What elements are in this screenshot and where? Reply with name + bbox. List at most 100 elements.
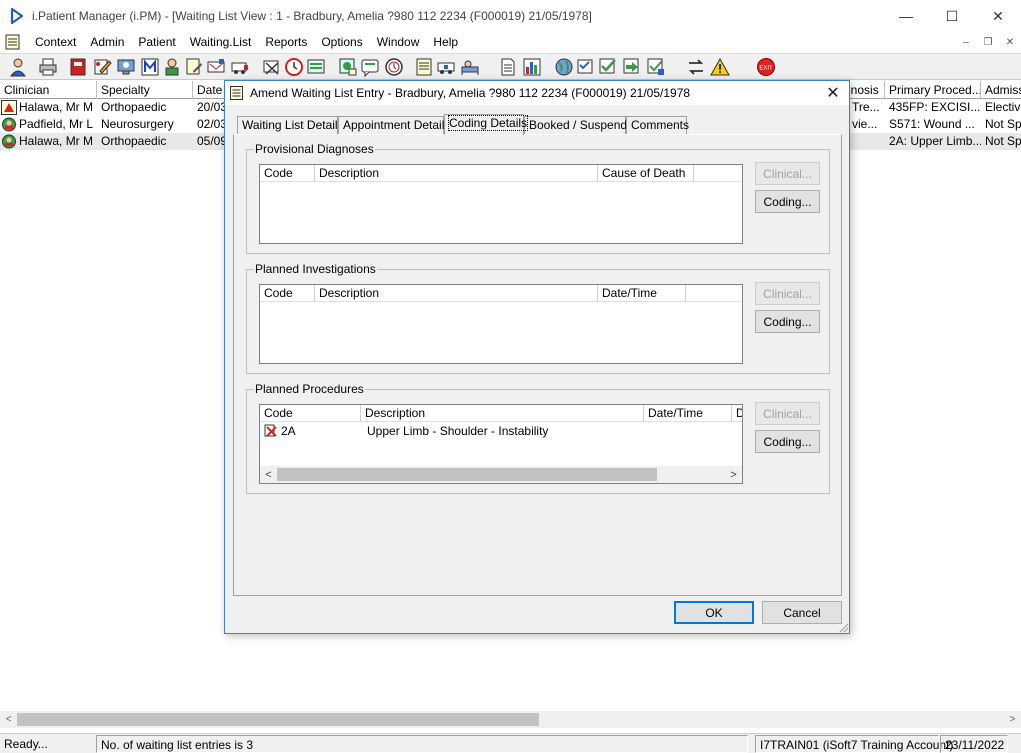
cell-specialty: Orthopaedic: [101, 100, 167, 114]
cell-diagnosis: Tre...: [852, 100, 880, 114]
mdi-minimize-button[interactable]: –: [955, 32, 977, 52]
swap-arrows-icon[interactable]: [686, 57, 706, 77]
clock-icon[interactable]: [284, 57, 304, 77]
printer-icon[interactable]: [38, 57, 58, 77]
patient-search-icon[interactable]: [8, 57, 28, 77]
mdi-close-button[interactable]: ✕: [999, 32, 1021, 52]
clinical-button[interactable]: Clinical...: [755, 282, 820, 305]
transfer-in-icon[interactable]: [622, 57, 642, 77]
notes-edit-icon[interactable]: [184, 57, 204, 77]
scroll-thumb[interactable]: [17, 713, 539, 726]
grid-horizontal-scrollbar[interactable]: < >: [0, 711, 1021, 728]
coding-button[interactable]: Coding...: [755, 310, 820, 333]
edit-record-icon[interactable]: [92, 57, 112, 77]
waiting-list-icon[interactable]: [338, 57, 358, 77]
menu-patient[interactable]: Patient: [131, 32, 182, 52]
patient-status-icon: [1, 134, 17, 149]
coding-button[interactable]: Coding...: [755, 430, 820, 453]
checklist-icon[interactable]: [576, 57, 596, 77]
m-letter-icon[interactable]: [140, 57, 160, 77]
document-menu-icon[interactable]: [4, 34, 22, 50]
bar-chart-icon[interactable]: [522, 57, 542, 77]
cell-admission: Not Spe: [985, 134, 1021, 148]
procedures-horizontal-scrollbar[interactable]: < >: [260, 466, 742, 483]
tab-appointment-details[interactable]: Appointment Details: [338, 116, 450, 134]
comment-icon[interactable]: [360, 57, 380, 77]
transport-icon[interactable]: [230, 57, 250, 77]
planned-investigations-list[interactable]: Code Description Date/Time: [259, 284, 743, 364]
scroll-right-arrow[interactable]: >: [1004, 711, 1021, 728]
resize-grip-icon[interactable]: [837, 621, 849, 633]
transfer-out-icon[interactable]: [646, 57, 666, 77]
scroll-right-arrow[interactable]: >: [725, 466, 742, 483]
column-code[interactable]: Code: [260, 405, 361, 422]
column-admission[interactable]: Admissi: [981, 81, 1021, 99]
clinical-button[interactable]: Clinical...: [755, 402, 820, 425]
scroll-left-arrow[interactable]: <: [0, 711, 17, 728]
column-d[interactable]: D: [732, 405, 742, 422]
cancel-button[interactable]: Cancel: [762, 601, 842, 624]
menu-options[interactable]: Options: [314, 32, 369, 52]
column-date-time[interactable]: Date/Time: [598, 285, 686, 302]
schedule-clock-icon[interactable]: [384, 57, 404, 77]
approve-icon[interactable]: [598, 57, 618, 77]
minimize-button[interactable]: —: [883, 0, 929, 32]
menu-reports[interactable]: Reports: [258, 32, 314, 52]
column-specialty[interactable]: Specialty: [97, 81, 193, 99]
bed-icon[interactable]: [460, 57, 480, 77]
column-description[interactable]: Description: [315, 285, 598, 302]
coding-details-panel: Provisional Diagnoses Code Description C…: [233, 134, 842, 596]
document-icon[interactable]: [498, 57, 518, 77]
column-code[interactable]: Code: [260, 285, 315, 302]
column-clinician[interactable]: Clinician: [0, 81, 97, 99]
clinician-icon[interactable]: [162, 57, 182, 77]
ok-button[interactable]: OK: [674, 601, 754, 624]
clinical-button[interactable]: Clinical...: [755, 162, 820, 185]
provisional-diagnoses-list[interactable]: Code Description Cause of Death: [259, 164, 743, 244]
procedure-description: Upper Limb - Shoulder - Instability: [367, 424, 549, 438]
planned-procedures-list[interactable]: Code Description Date/Time D 2A Upper Li…: [259, 404, 743, 484]
cell-specialty: Orthopaedic: [101, 134, 167, 148]
toolbar: EXIT: [0, 53, 1021, 80]
cancel-letter-icon[interactable]: [262, 57, 282, 77]
list-header: Code Description Date/Time: [260, 285, 742, 302]
cell-specialty: Neurosurgery: [101, 117, 174, 131]
planned-investigations-group: Planned Investigations Code Description …: [246, 262, 830, 374]
coding-button[interactable]: Coding...: [755, 190, 820, 213]
menu-waiting-list[interactable]: Waiting.List: [183, 32, 259, 52]
monitor-icon[interactable]: [116, 57, 136, 77]
planned-procedures-label: Planned Procedures: [254, 382, 365, 396]
screen-list-icon[interactable]: [306, 57, 326, 77]
exit-icon[interactable]: EXIT: [756, 57, 776, 77]
close-window-button[interactable]: ✕: [975, 0, 1021, 32]
list-item[interactable]: 2A Upper Limb - Shoulder - Instability: [260, 423, 742, 440]
column-code[interactable]: Code: [260, 165, 315, 182]
menu-admin[interactable]: Admin: [83, 32, 131, 52]
mdi-restore-button[interactable]: ❐: [977, 32, 999, 52]
globe-icon[interactable]: [554, 57, 574, 77]
status-entry-count: No. of waiting list entries is 3: [96, 735, 748, 753]
tab-coding-details[interactable]: Coding Details: [444, 114, 529, 135]
ambulance-icon[interactable]: [436, 57, 456, 77]
tab-waiting-list-details[interactable]: Waiting List Details: [237, 116, 344, 134]
maximize-button[interactable]: ☐: [929, 0, 975, 32]
dialog-close-button[interactable]: ✕: [823, 83, 843, 103]
column-primary-procedure[interactable]: Primary Proced...: [885, 81, 981, 99]
window-title: i.Patient Manager (i.PM) - [Waiting List…: [32, 9, 592, 23]
menu-window[interactable]: Window: [370, 32, 427, 52]
column-description[interactable]: Description: [361, 405, 644, 422]
scroll-thumb[interactable]: [277, 468, 657, 481]
scroll-left-arrow[interactable]: <: [260, 466, 277, 483]
column-date-time[interactable]: Date/Time: [644, 405, 732, 422]
menu-help[interactable]: Help: [426, 32, 465, 52]
tab-booked-suspend[interactable]: Booked / Suspend: [524, 116, 627, 134]
tab-comments[interactable]: Comments: [626, 116, 689, 134]
notepad-icon[interactable]: [414, 57, 434, 77]
column-cause-of-death[interactable]: Cause of Death: [598, 165, 694, 182]
referral-icon[interactable]: [206, 57, 226, 77]
warning-icon[interactable]: [710, 57, 730, 77]
cell-date: 02/03: [197, 117, 225, 131]
column-description[interactable]: Description: [315, 165, 598, 182]
menu-context[interactable]: Context: [28, 32, 83, 52]
red-book-icon[interactable]: [68, 57, 88, 77]
